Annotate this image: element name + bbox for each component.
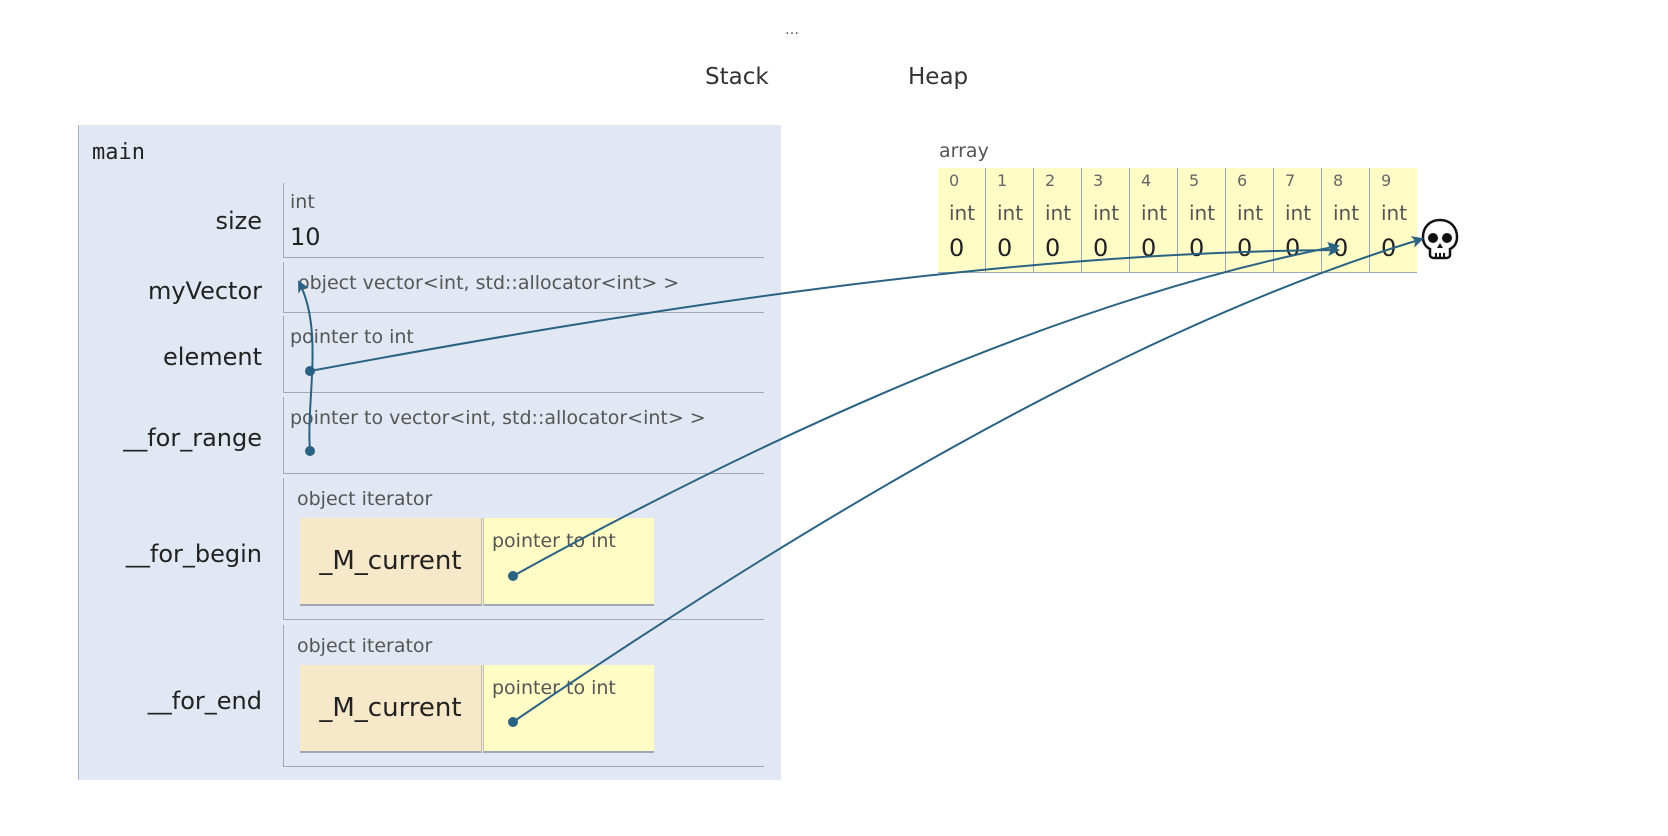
pointer-arrows	[298, 236, 1424, 727]
for-range-pointer-dot	[305, 446, 315, 456]
element-pointer-arrow	[309, 244, 1340, 372]
for-begin-pointer-arrow	[512, 242, 1340, 577]
for-end-pointer-dot	[508, 717, 518, 727]
for-end-pointer-arrow	[512, 236, 1424, 723]
for-begin-pointer-dot	[508, 571, 518, 581]
element-pointer-dot	[305, 366, 315, 376]
